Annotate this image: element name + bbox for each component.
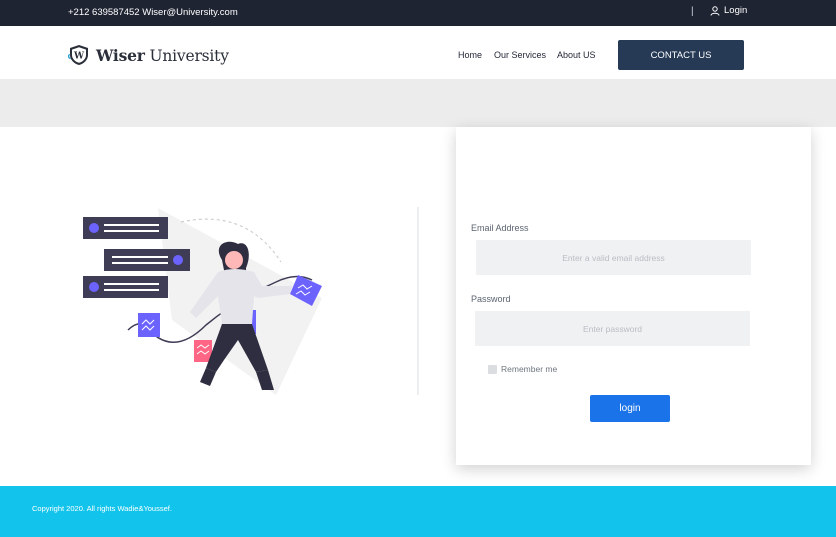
checkbox-box[interactable] xyxy=(488,364,497,374)
login-button[interactable]: login xyxy=(590,395,670,422)
brand-name-bold: Wiser xyxy=(96,45,145,65)
nav-home[interactable]: Home xyxy=(458,50,482,60)
contact-us-button[interactable]: CONTACT US xyxy=(618,40,744,70)
password-label: Password xyxy=(471,294,511,304)
top-bar: +212 639587452 Wiser@University.com | Lo… xyxy=(0,0,836,26)
login-illustration xyxy=(83,208,322,395)
remember-me-label: Remember me xyxy=(501,364,558,374)
email-label: Email Address xyxy=(471,223,529,233)
shield-logo-icon: W xyxy=(67,45,88,65)
page-banner xyxy=(0,79,836,127)
password-placeholder: Enter password xyxy=(582,323,643,334)
topbar-separator: | xyxy=(691,6,694,17)
site-logo[interactable]: W Wiser University xyxy=(67,43,229,67)
user-icon xyxy=(710,5,720,16)
brand-name: Wiser University xyxy=(96,46,229,65)
contact-info: +212 639587452 Wiser@University.com xyxy=(68,7,238,18)
topbar-login-label: Login xyxy=(724,5,748,16)
nav-about-us[interactable]: About US xyxy=(557,50,596,60)
svg-text:W: W xyxy=(73,52,85,62)
content-divider xyxy=(417,207,419,395)
copyright-text: Copyright 2020. All rights Wadie&Youssef… xyxy=(32,504,172,513)
brand-name-light: University xyxy=(144,46,229,65)
main-header: W Wiser University Home Our Services Abo… xyxy=(0,26,836,79)
email-placeholder: Enter a valid email address xyxy=(562,252,665,263)
topbar-login-link[interactable]: Login xyxy=(710,5,747,16)
email-input[interactable]: Enter a valid email address xyxy=(476,240,751,275)
footer: Copyright 2020. All rights Wadie&Youssef… xyxy=(0,486,836,537)
password-input[interactable]: Enter password xyxy=(475,311,750,346)
remember-me-checkbox[interactable]: Remember me xyxy=(488,364,557,374)
nav-our-services[interactable]: Our Services xyxy=(494,50,546,60)
